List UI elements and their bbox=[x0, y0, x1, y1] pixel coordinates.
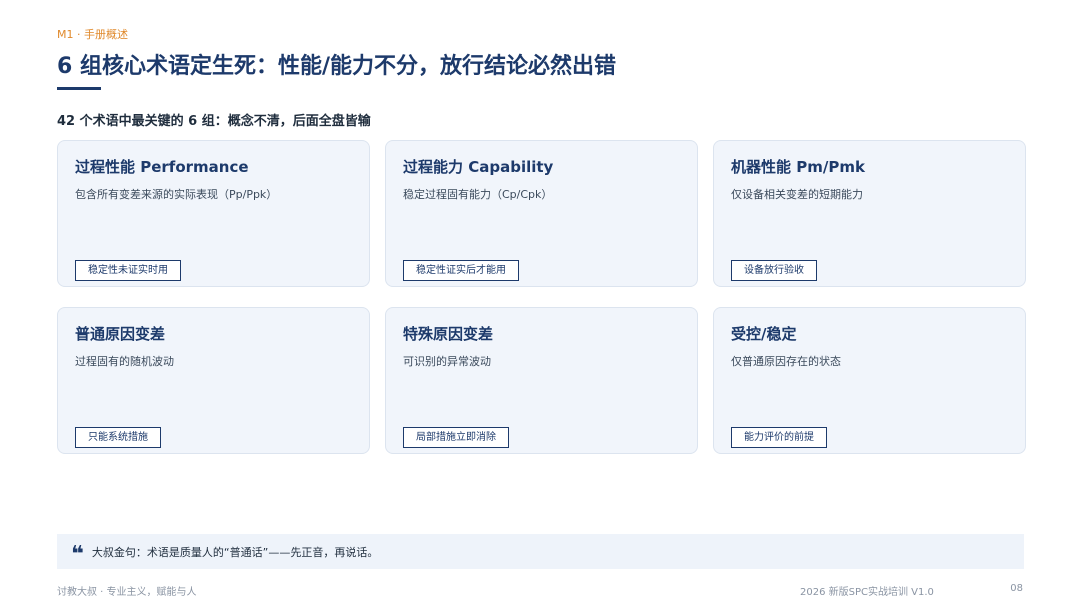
term-card-grid: 过程性能 Performance 包含所有变差来源的实际表现（Pp/Ppk） 稳… bbox=[57, 140, 1026, 454]
footer-brand: 讨教大叔 · 专业主义，赋能与人 bbox=[57, 587, 197, 598]
term-card-machine-performance: 机器性能 Pm/Pmk 仅设备相关变差的短期能力 设备放行验收 bbox=[713, 140, 1026, 287]
card-tag: 稳定性未证实时用 bbox=[75, 260, 181, 281]
card-tag: 设备放行验收 bbox=[731, 260, 817, 281]
term-card-capability: 过程能力 Capability 稳定过程固有能力（Cp/Cpk） 稳定性证实后才… bbox=[385, 140, 698, 287]
term-card-in-control: 受控/稳定 仅普通原因存在的状态 能力评价的前提 bbox=[713, 307, 1026, 454]
quote-banner: ❝ 大叔金句：术语是质量人的“普通话”——先正音，再说话。 bbox=[57, 534, 1024, 569]
term-card-common-cause: 普通原因变差 过程固有的随机波动 只能系统措施 bbox=[57, 307, 370, 454]
term-card-performance: 过程性能 Performance 包含所有变差来源的实际表现（Pp/Ppk） 稳… bbox=[57, 140, 370, 287]
term-card-special-cause: 特殊原因变差 可识别的异常波动 局部措施立即消除 bbox=[385, 307, 698, 454]
card-title: 普通原因变差 bbox=[75, 325, 166, 343]
card-title: 机器性能 Pm/Pmk bbox=[731, 158, 865, 176]
section-tag: M1 · 手册概述 bbox=[57, 28, 128, 41]
card-tag: 能力评价的前提 bbox=[731, 427, 827, 448]
card-description: 包含所有变差来源的实际表现（Pp/Ppk） bbox=[75, 188, 278, 201]
card-description: 稳定过程固有能力（Cp/Cpk） bbox=[403, 188, 553, 201]
page-subtitle: 42 个术语中最关键的 6 组：概念不清，后面全盘皆输 bbox=[57, 114, 371, 129]
card-description: 仅普通原因存在的状态 bbox=[731, 355, 841, 368]
card-description: 可识别的异常波动 bbox=[403, 355, 491, 368]
card-description: 过程固有的随机波动 bbox=[75, 355, 174, 368]
card-title: 过程性能 Performance bbox=[75, 158, 249, 176]
quote-text: 大叔金句：术语是质量人的“普通话”——先正音，再说话。 bbox=[91, 545, 379, 559]
card-tag: 局部措施立即消除 bbox=[403, 427, 509, 448]
card-title: 受控/稳定 bbox=[731, 325, 797, 343]
page-number: 08 bbox=[1010, 583, 1023, 594]
card-title: 过程能力 Capability bbox=[403, 158, 554, 176]
card-tag: 稳定性证实后才能用 bbox=[403, 260, 519, 281]
card-description: 仅设备相关变差的短期能力 bbox=[731, 188, 863, 201]
footer-course: 2026 新版SPC实战培训 V1.0 bbox=[800, 587, 934, 598]
page-title: 6 组核心术语定生死：性能/能力不分，放行结论必然出错 bbox=[57, 54, 617, 79]
card-tag: 只能系统措施 bbox=[75, 427, 161, 448]
quote-mark-icon: ❝ bbox=[71, 541, 84, 567]
card-title: 特殊原因变差 bbox=[403, 325, 494, 343]
title-underline bbox=[57, 87, 101, 90]
